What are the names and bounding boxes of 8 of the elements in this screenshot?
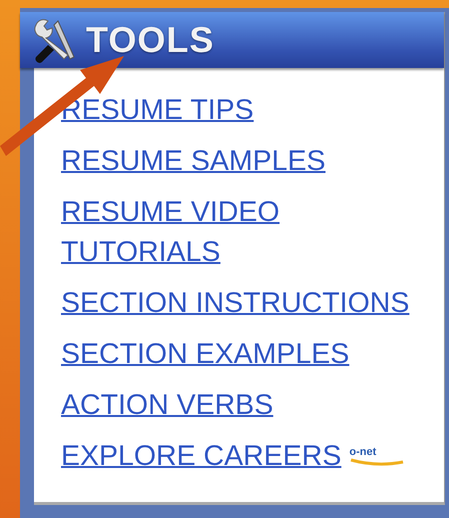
- tool-link[interactable]: RESUME SAMPLES: [61, 141, 326, 181]
- tool-link[interactable]: RESUME VIDEO TUTORIALS: [61, 192, 429, 272]
- tool-link[interactable]: SECTION INSTRUCTIONS: [61, 283, 410, 323]
- tool-link[interactable]: SECTION EXAMPLES: [61, 334, 350, 374]
- tool-link[interactable]: ACTION VERBS: [61, 385, 274, 425]
- onet-logo: o-net: [349, 446, 406, 466]
- tool-link[interactable]: EXPLORE CAREERS: [61, 436, 342, 476]
- panel-title: TOOLS: [86, 18, 214, 62]
